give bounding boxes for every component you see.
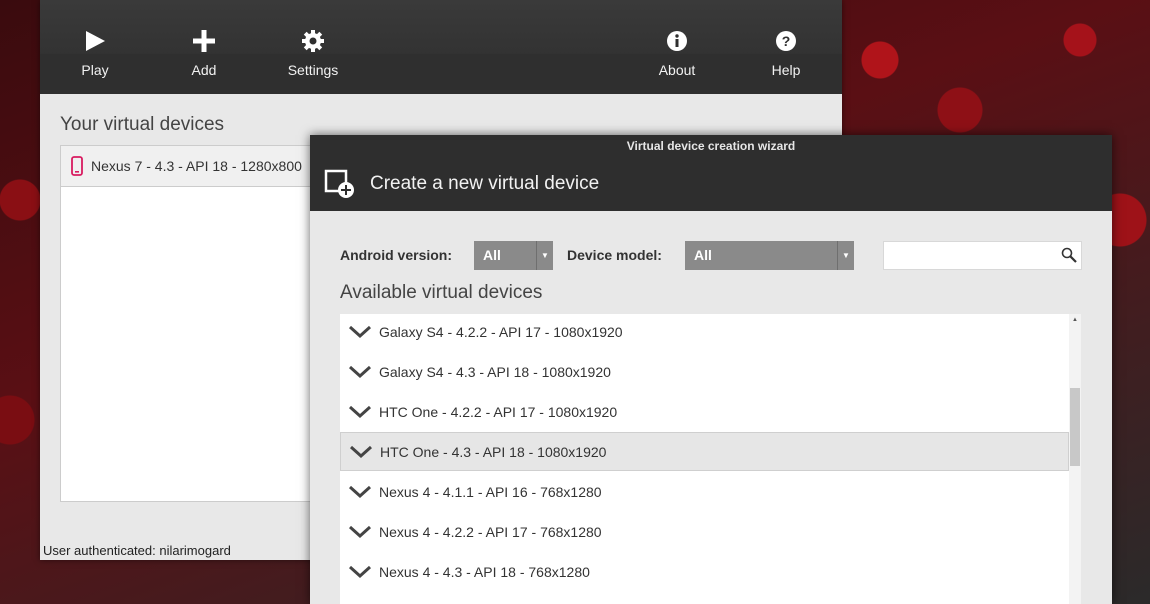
- list-item-label: HTC One - 4.3 - API 18 - 1080x1920: [380, 443, 607, 460]
- device-model-label: Device model:: [567, 247, 662, 263]
- play-button[interactable]: Play: [55, 26, 135, 78]
- dropdown-arrow-icon: ▼: [536, 241, 553, 270]
- device-item[interactable]: Nexus 7 - 4.3 - API 18 - 1280x800: [61, 146, 331, 187]
- android-version-select[interactable]: All ▼: [474, 241, 553, 270]
- add-label: Add: [191, 62, 217, 78]
- list-item[interactable]: HTC One - 4.2.2 - API 17 - 1080x1920: [340, 392, 1069, 431]
- settings-button[interactable]: Settings: [273, 26, 353, 78]
- scroll-up-icon[interactable]: ▲: [1069, 314, 1081, 326]
- about-label: About: [658, 62, 696, 78]
- toolbar-strip: [40, 54, 842, 94]
- list-item[interactable]: Galaxy S4 - 4.3 - API 18 - 1080x1920: [340, 352, 1069, 391]
- info-icon: [637, 26, 717, 56]
- filter-bar: Android version: All ▼ Device model: All…: [340, 241, 1082, 271]
- available-devices-title: Available virtual devices: [340, 282, 543, 303]
- play-icon: [55, 26, 135, 56]
- android-version-value: All: [483, 247, 501, 263]
- status-text: User authenticated: nilarimogard: [43, 543, 231, 558]
- search-input[interactable]: [883, 241, 1082, 270]
- wizard-dialog: Virtual device creation wizard Create a …: [310, 135, 1112, 604]
- help-button[interactable]: ? Help: [746, 26, 826, 78]
- wizard-window-title: Virtual device creation wizard: [310, 135, 1112, 157]
- list-item-label: HTC One - 4.2.2 - API 17 - 1080x1920: [379, 403, 618, 420]
- list-item-label: Galaxy S4 - 4.2.2 - API 17 - 1080x1920: [379, 323, 623, 340]
- your-devices-title: Your virtual devices: [60, 114, 225, 135]
- device-model-select[interactable]: All ▼: [685, 241, 854, 270]
- list-item-label: Nexus 4 - 4.1.1 - API 16 - 768x1280: [379, 483, 602, 500]
- chevron-down-icon[interactable]: [341, 445, 380, 459]
- plus-icon: [164, 26, 244, 56]
- list-item-label: Nexus 4 - 4.3 - API 18 - 768x1280: [379, 563, 590, 580]
- wizard-header-title: Create a new virtual device: [370, 173, 600, 194]
- chevron-down-icon[interactable]: [340, 565, 379, 579]
- search-icon[interactable]: [1061, 247, 1077, 268]
- available-devices-list: Galaxy S4 - 4.2.2 - API 17 - 1080x1920 G…: [340, 314, 1081, 604]
- chevron-down-icon[interactable]: [340, 405, 379, 419]
- list-item-label: Galaxy S4 - 4.3 - API 18 - 1080x1920: [379, 363, 611, 380]
- gear-icon: [273, 26, 353, 56]
- chevron-down-icon[interactable]: [340, 365, 379, 379]
- chevron-down-icon[interactable]: [340, 485, 379, 499]
- android-version-label: Android version:: [340, 247, 453, 263]
- device-model-value: All: [694, 247, 712, 263]
- list-item[interactable]: Nexus 4 - 4.3 - API 18 - 768x1280: [340, 552, 1069, 591]
- question-icon: ?: [746, 26, 826, 56]
- dropdown-arrow-icon: ▼: [837, 241, 854, 270]
- phone-icon: [63, 156, 91, 176]
- list-item-label: Nexus 4 - 4.2.2 - API 17 - 768x1280: [379, 523, 602, 540]
- scrollbar[interactable]: ▲: [1069, 314, 1081, 604]
- list-item[interactable]: Nexus 4 - 4.1.1 - API 16 - 768x1280: [340, 472, 1069, 511]
- scrollbar-thumb[interactable]: [1070, 388, 1080, 466]
- device-label: Nexus 7 - 4.3 - API 18 - 1280x800: [91, 158, 302, 174]
- list-item[interactable]: Galaxy S4 - 4.2.2 - API 17 - 1080x1920: [340, 314, 1069, 351]
- list-item-selected[interactable]: HTC One - 4.3 - API 18 - 1080x1920: [340, 432, 1069, 471]
- toolbar: Play Add Settings About ? Help: [40, 0, 842, 94]
- chevron-down-icon[interactable]: [340, 525, 379, 539]
- list-item[interactable]: Nexus 4 - 4.2.2 - API 17 - 768x1280: [340, 512, 1069, 551]
- svg-text:?: ?: [782, 33, 791, 49]
- help-label: Help: [771, 62, 801, 78]
- your-devices-list: Nexus 7 - 4.3 - API 18 - 1280x800: [60, 145, 332, 502]
- play-label: Play: [81, 62, 109, 78]
- chevron-down-icon[interactable]: [340, 325, 379, 339]
- add-button[interactable]: Add: [164, 26, 244, 78]
- settings-label: Settings: [287, 62, 339, 78]
- wizard-header: Create a new virtual device: [310, 157, 1112, 211]
- new-device-icon: [310, 169, 370, 199]
- about-button[interactable]: About: [637, 26, 717, 78]
